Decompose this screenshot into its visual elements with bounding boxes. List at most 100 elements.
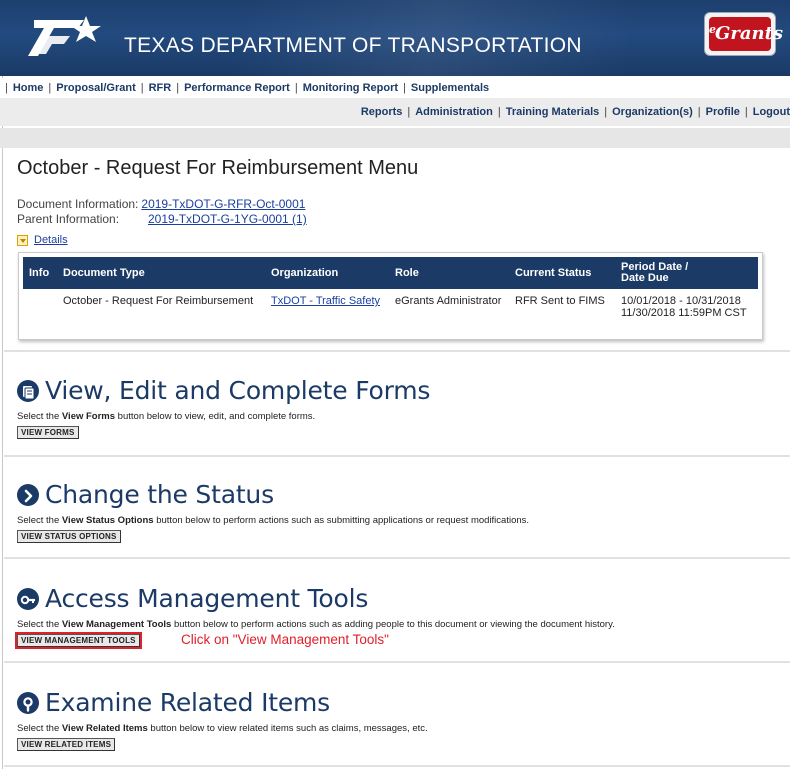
nav-separator: | xyxy=(294,82,298,94)
parent-info-link[interactable]: 2019-TxDOT-G-1YG-0001 (1) xyxy=(148,212,307,227)
cell-role: eGrants Administrator xyxy=(395,295,502,307)
nav-training-materials[interactable]: Training Materials xyxy=(506,106,600,118)
col-document-type: Document Type xyxy=(57,257,265,289)
nav-administration[interactable]: Administration xyxy=(415,106,493,118)
nav-home[interactable]: Home xyxy=(13,82,44,94)
secondary-nav: Reports | Administration | Training Material… xyxy=(0,98,790,126)
col-period-date-line2: Date Due xyxy=(621,272,669,284)
section-management-description: Select the View Management Tools button … xyxy=(17,619,615,630)
page-title: October - Request For Reimbursement Menu xyxy=(17,157,419,179)
section-forms-title: View, Edit and Complete Forms xyxy=(45,376,431,405)
desc-text: button below to perform actions such as … xyxy=(171,619,615,630)
desc-bold: View Management Tools xyxy=(61,619,172,630)
desc-text: Select the xyxy=(17,515,62,526)
section-forms-description: Select the View Forms button below to vi… xyxy=(17,411,430,422)
nav-separator: | xyxy=(5,82,8,94)
expand-toggle-icon[interactable] xyxy=(17,234,28,246)
desc-bold: View Status Options xyxy=(61,515,154,526)
egrants-logo-icon[interactable]: eGrants xyxy=(704,12,783,56)
document-table-panel: Info Document Type Organization Role Cur… xyxy=(18,252,763,340)
section-related: Examine Related Items Select the View Re… xyxy=(17,688,428,752)
document-info: Document Information: 2019-TxDOT-G-RFR-Oc… xyxy=(17,197,307,227)
section-status: Change the Status Select the View Status… xyxy=(17,480,529,544)
date-due: 11/30/2018 11:59PM CST xyxy=(621,307,747,319)
egrants-logo-prefix: e xyxy=(709,23,716,36)
nav-separator: | xyxy=(497,106,501,118)
cell-document-type: October - Request For Reimbursement xyxy=(63,295,254,307)
table-header-row: Info Document Type Organization Role Cur… xyxy=(23,257,758,289)
col-current-status: Current Status xyxy=(509,257,615,289)
parent-info-label: Parent Information: xyxy=(17,212,120,226)
desc-text: button below to perform actions such as … xyxy=(153,515,530,526)
organization-link[interactable]: TxDOT - Traffic Safety xyxy=(271,295,380,307)
desc-text: button below to view related items such … xyxy=(147,723,428,734)
nav-profile[interactable]: Profile xyxy=(706,106,740,118)
section-forms-heading: View, Edit and Complete Forms xyxy=(17,376,430,405)
section-status-description: Select the View Status Options button be… xyxy=(17,515,529,526)
nav-separator: | xyxy=(176,82,180,94)
document-info-link[interactable]: 2019-TxDOT-G-RFR-Oct-0001 xyxy=(141,197,305,212)
divider xyxy=(4,557,790,559)
document-table: Info Document Type Organization Role Cur… xyxy=(23,257,758,325)
nav-separator: | xyxy=(403,82,406,94)
view-management-tools-button[interactable]: VIEW MANAGEMENT TOOLS xyxy=(15,632,142,649)
cell-organization: TxDOT - Traffic Safety xyxy=(265,289,389,325)
desc-bold: View Forms xyxy=(61,411,116,422)
desc-text: Select the xyxy=(17,411,62,422)
divider xyxy=(4,455,790,457)
nav-separator: | xyxy=(48,82,52,94)
period-date-range: 10/01/2018 - 10/31/2018 xyxy=(621,295,741,307)
col-period-date: Period Date / Date Due xyxy=(615,257,758,289)
txdot-star-logo-icon[interactable] xyxy=(26,10,118,67)
nav-separator: | xyxy=(140,82,144,94)
nav-separator: | xyxy=(697,106,701,118)
desc-text: Select the xyxy=(17,619,62,630)
divider xyxy=(4,765,790,767)
details-toggle[interactable]: Details xyxy=(17,234,68,246)
cell-info xyxy=(23,289,57,325)
nav-supplementals[interactable]: Supplementals xyxy=(411,82,489,94)
desc-bold: View Related Items xyxy=(61,723,148,734)
nav-rfr[interactable]: RFR xyxy=(149,82,172,94)
sub-bar xyxy=(0,128,790,148)
desc-text: button below to view, edit, and complete… xyxy=(115,411,316,422)
cell-current-status: RFR Sent to FIMS xyxy=(515,295,605,307)
nav-organizations[interactable]: Organization(s) xyxy=(612,106,693,118)
section-management-title: Access Management Tools xyxy=(45,584,369,613)
nav-separator: | xyxy=(744,106,748,118)
col-info: Info xyxy=(23,257,57,289)
cell-period-date: 10/01/2018 - 10/31/2018 11/30/2018 11:59P… xyxy=(615,289,758,325)
chevron-right-circle-icon xyxy=(17,483,39,506)
view-related-items-button[interactable]: VIEW RELATED ITEMS xyxy=(17,738,116,751)
section-management-heading: Access Management Tools xyxy=(17,584,615,613)
section-related-title: Examine Related Items xyxy=(45,688,331,717)
details-link[interactable]: Details xyxy=(34,234,68,246)
desc-text: Select the xyxy=(17,723,62,734)
primary-nav: | Home | Proposal/Grant | RFR | Performance Rep… xyxy=(0,78,790,98)
site-title: TEXAS DEPARTMENT OF TRANSPORTATION xyxy=(124,34,582,57)
nav-monitoring-report[interactable]: Monitoring Report xyxy=(303,82,398,94)
site-header: TEXAS DEPARTMENT OF TRANSPORTATION eGran… xyxy=(0,0,790,76)
divider xyxy=(4,350,790,352)
section-status-heading: Change the Status xyxy=(17,480,529,509)
egrants-logo-text: Grants xyxy=(715,23,784,44)
section-related-heading: Examine Related Items xyxy=(17,688,428,717)
magnifier-icon xyxy=(17,691,39,714)
view-status-options-button[interactable]: VIEW STATUS OPTIONS xyxy=(17,530,121,543)
section-related-description: Select the View Related Items button bel… xyxy=(17,723,428,734)
nav-performance-report[interactable]: Performance Report xyxy=(184,82,290,94)
nav-reports[interactable]: Reports xyxy=(361,106,403,118)
view-forms-button[interactable]: VIEW FORMS xyxy=(17,426,79,439)
divider xyxy=(4,661,790,663)
nav-separator: | xyxy=(407,106,411,118)
key-icon xyxy=(17,587,39,610)
section-status-title: Change the Status xyxy=(45,480,274,509)
col-role: Role xyxy=(389,257,509,289)
nav-logout[interactable]: Logout xyxy=(753,106,790,118)
nav-proposal-grant[interactable]: Proposal/Grant xyxy=(56,82,135,94)
nav-separator: | xyxy=(604,106,608,118)
instruction-callout: Click on "View Management Tools" xyxy=(181,632,389,647)
forms-icon xyxy=(17,379,39,402)
document-info-label: Document Information: xyxy=(17,197,139,211)
table-row: October - Request For Reimbursement TxDO… xyxy=(23,289,758,325)
